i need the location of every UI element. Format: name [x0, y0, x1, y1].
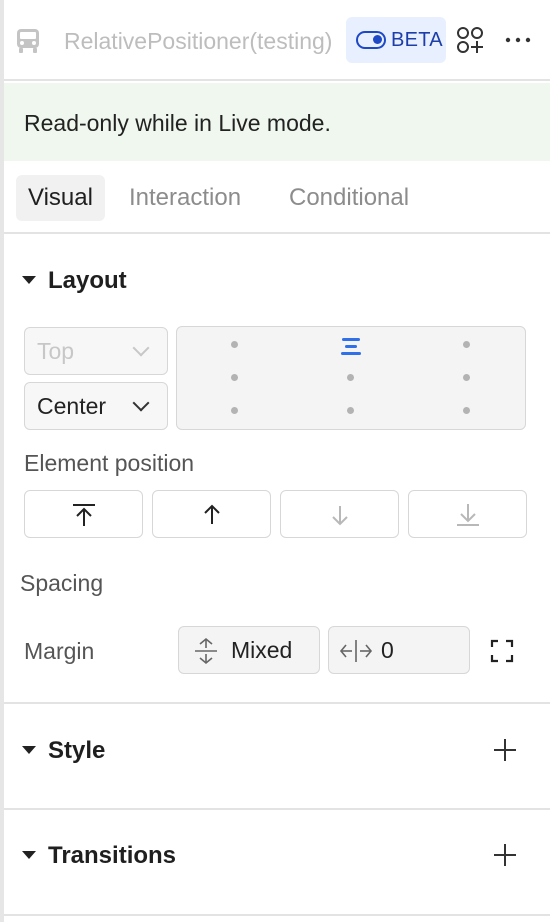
spacing-label: Spacing	[20, 570, 104, 596]
align-top-left-dot[interactable]	[231, 341, 238, 348]
panel-header: RelativePositioner(testing) BETA	[4, 0, 550, 81]
align-bottom-right-dot[interactable]	[463, 407, 470, 414]
move-up-icon	[204, 504, 220, 524]
element-position-label: Element position	[24, 450, 195, 476]
banner-text: Read-only while in Live mode.	[24, 110, 331, 136]
align-top-right-dot[interactable]	[463, 341, 470, 348]
style-title: Style	[48, 737, 106, 764]
vertical-spacing-icon	[195, 637, 217, 665]
move-to-bottom-icon	[457, 504, 479, 526]
beta-toggle-button[interactable]: BETA	[346, 17, 446, 63]
style-section-header[interactable]: Style	[4, 733, 550, 773]
component-title[interactable]: RelativePositioner(testing)	[64, 28, 348, 55]
align-middle-right-dot[interactable]	[463, 374, 470, 381]
horizontal-spacing-icon	[339, 640, 373, 662]
align-middle-left-dot[interactable]	[231, 374, 238, 381]
alignment-grid[interactable]	[176, 326, 526, 430]
move-down-button[interactable]	[280, 490, 399, 538]
add-transition-icon[interactable]	[494, 844, 516, 866]
transitions-title: Transitions	[48, 842, 177, 869]
more-options-icon[interactable]	[504, 27, 532, 53]
align-bottom-left-dot[interactable]	[231, 407, 238, 414]
vertical-align-value: Top	[37, 338, 75, 364]
add-style-icon[interactable]	[494, 739, 516, 761]
horizontal-margin-input[interactable]: 0	[328, 626, 470, 674]
caret-down-icon	[22, 276, 36, 284]
vertical-margin-value: Mixed	[231, 637, 293, 663]
caret-down-icon	[22, 851, 36, 859]
toggle-icon	[356, 31, 386, 49]
tab-interaction[interactable]: Interaction	[117, 175, 253, 221]
align-bottom-center-dot[interactable]	[347, 407, 354, 414]
section-divider	[4, 914, 550, 916]
horizontal-margin-value: 0	[381, 637, 394, 663]
vertical-margin-input[interactable]: Mixed	[178, 626, 320, 674]
move-to-bottom-button[interactable]	[408, 490, 527, 538]
align-top-center-icon[interactable]	[339, 337, 363, 357]
section-divider	[4, 702, 550, 704]
move-down-icon	[332, 506, 348, 526]
align-middle-center-dot[interactable]	[347, 374, 354, 381]
move-up-button[interactable]	[152, 490, 271, 538]
bus-icon	[16, 28, 40, 54]
add-component-icon[interactable]	[456, 26, 484, 54]
move-to-top-icon	[73, 504, 95, 526]
live-mode-banner: Read-only while in Live mode.	[4, 83, 550, 161]
move-to-top-button[interactable]	[24, 490, 143, 538]
horizontal-align-value: Center	[37, 393, 107, 419]
horizontal-align-select[interactable]: Center	[24, 382, 168, 430]
transitions-section-header[interactable]: Transitions	[4, 838, 550, 878]
section-divider	[4, 808, 550, 810]
tab-conditional[interactable]: Conditional	[277, 175, 421, 221]
beta-label: BETA	[391, 29, 443, 51]
layout-section-header[interactable]: Layout	[4, 263, 550, 303]
margin-label: Margin	[24, 638, 95, 664]
expand-margins-icon[interactable]	[490, 639, 514, 663]
chevron-down-icon	[132, 339, 150, 357]
vertical-align-select[interactable]: Top	[24, 327, 168, 375]
layout-title: Layout	[48, 267, 127, 294]
chevron-down-icon	[132, 394, 150, 412]
caret-down-icon	[22, 746, 36, 754]
panel-tabs: Visual Interaction Conditional	[4, 161, 550, 234]
tab-visual[interactable]: Visual	[16, 175, 105, 221]
